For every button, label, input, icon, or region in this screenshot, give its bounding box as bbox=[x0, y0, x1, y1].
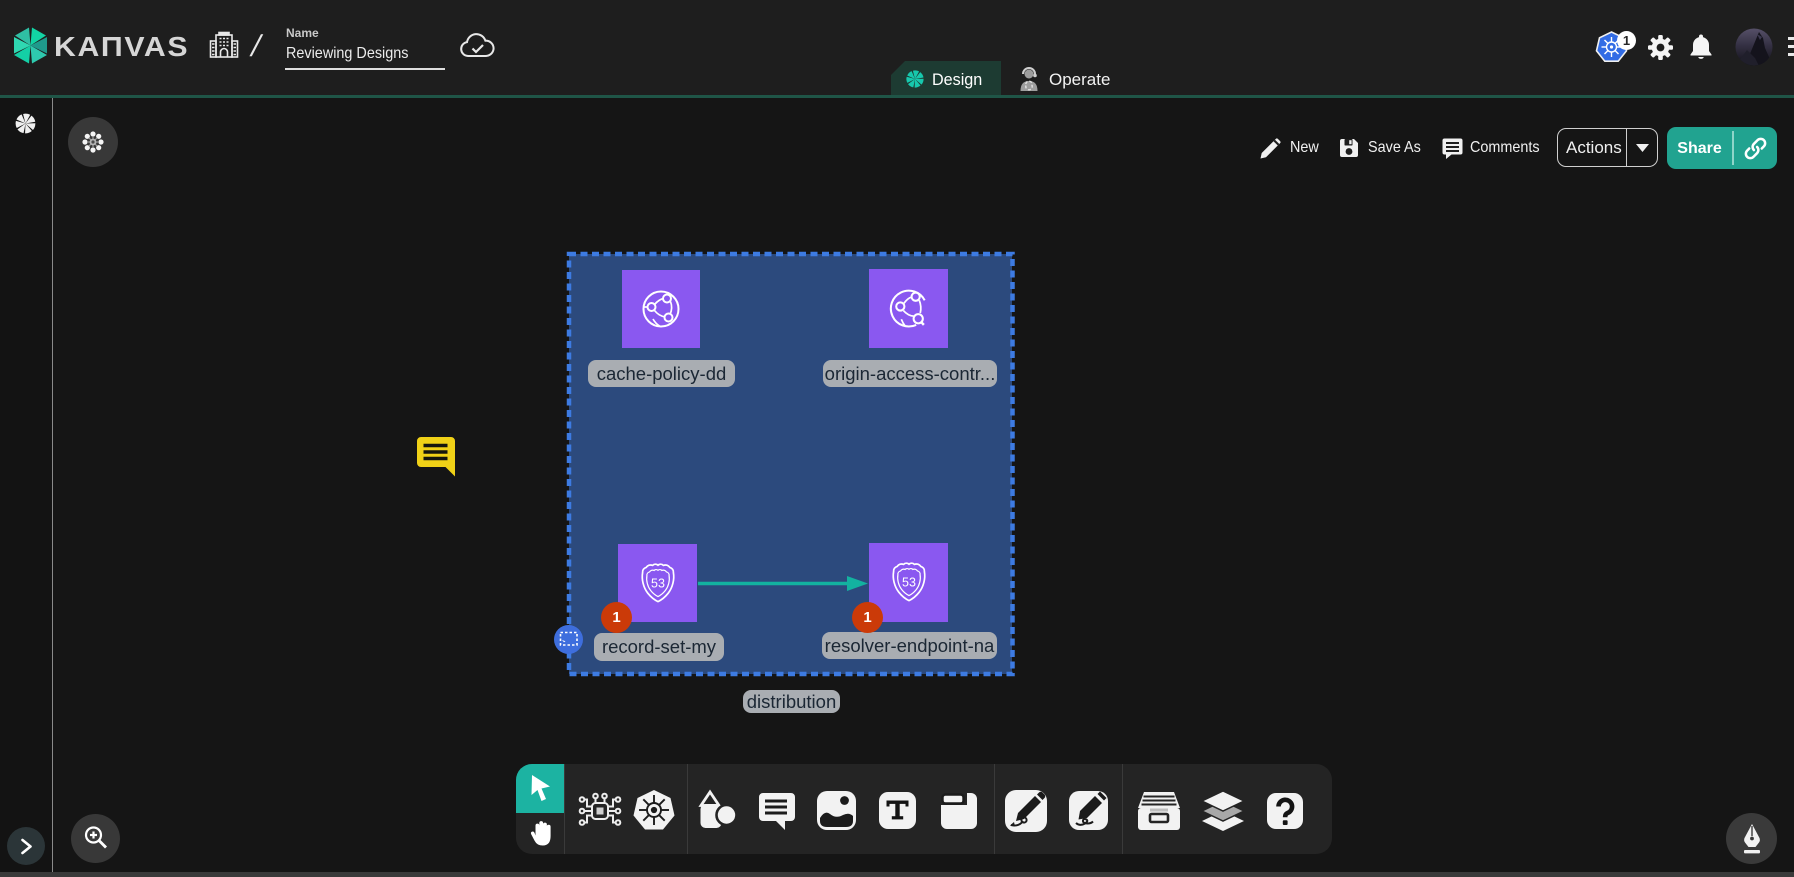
svg-text:53: 53 bbox=[651, 577, 665, 591]
svg-text:53: 53 bbox=[902, 576, 916, 590]
